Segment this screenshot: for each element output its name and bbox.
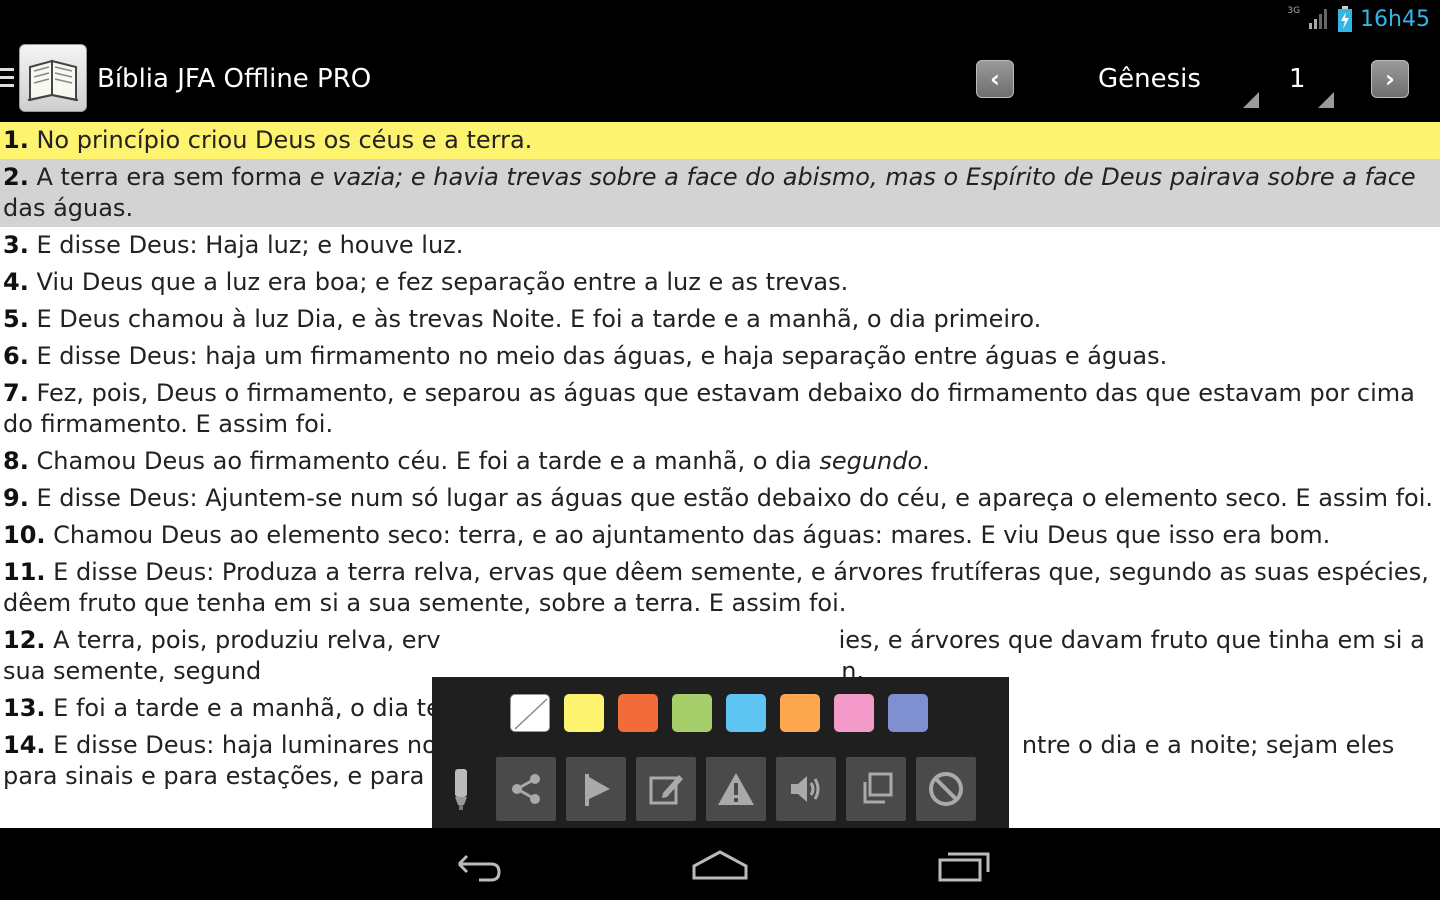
chevron-left-icon: ‹ [990, 65, 1000, 93]
menu-icon[interactable] [0, 68, 14, 90]
share-button[interactable] [496, 757, 556, 821]
verse-text: das águas. [3, 194, 134, 222]
verse-number: 3. [3, 231, 29, 259]
verse-actions [496, 757, 976, 821]
verse-number: 6. [3, 342, 29, 370]
highlight-color-row [510, 694, 928, 732]
verse-item[interactable]: 2. A terra era sem forma e vazia; e havi… [0, 159, 1440, 227]
highlight-yellow-swatch[interactable] [564, 694, 604, 732]
verse-number: 7. [3, 379, 29, 407]
action-bar: Bíblia JFA Offline PRO ‹ Gênesis 1 › [0, 38, 1440, 120]
verse-text: E Deus chamou à luz Dia, e às trevas Noi… [36, 305, 1042, 333]
back-icon[interactable] [445, 846, 509, 886]
verse-text: E disse Deus: Ajuntem-se num só lugar as… [36, 484, 1434, 512]
block-icon [929, 772, 963, 806]
cancel-button[interactable] [916, 757, 976, 821]
verse-item[interactable]: 6. E disse Deus: haja um firmamento no m… [0, 338, 1440, 375]
next-chapter-button[interactable]: › [1371, 60, 1409, 98]
verse-item[interactable]: 11. E disse Deus: Produza a terra relva,… [0, 554, 1440, 622]
book-name: Gênesis [1098, 64, 1201, 94]
system-navigation-bar [0, 828, 1440, 900]
warning-icon [718, 773, 754, 805]
app-title: Bíblia JFA Offline PRO [97, 64, 372, 94]
network-type-label: 3G [1287, 6, 1301, 16]
verse-text: . [922, 447, 930, 475]
bookmark-button[interactable] [566, 757, 626, 821]
verse-text: No princípio criou Deus os céus e a terr… [36, 126, 533, 154]
report-button[interactable] [706, 757, 766, 821]
verse-item[interactable]: 8. Chamou Deus ao firmamento céu. E foi … [0, 443, 1440, 480]
chapter-selector[interactable]: 1 [1275, 60, 1340, 110]
copy-button[interactable] [846, 757, 906, 821]
verse-text: E disse Deus: Haja luz; e houve luz. [36, 231, 464, 259]
verse-text: E disse Deus: haja luminares no [53, 731, 437, 759]
verse-number: 13. [3, 694, 46, 722]
verse-text: E foi a tarde e a manhã, o dia ter [53, 694, 451, 722]
verse-text: A terra, pois, produziu relva, erv [53, 626, 441, 654]
chapter-number: 1 [1289, 64, 1306, 94]
read-aloud-button[interactable] [776, 757, 836, 821]
verse-item[interactable]: 7. Fez, pois, Deus o firmamento, e separ… [0, 375, 1440, 443]
verse-item[interactable]: 9. E disse Deus: Ajuntem-se num só lugar… [0, 480, 1440, 517]
verse-number: 12. [3, 626, 46, 654]
verse-item[interactable]: 3. E disse Deus: Haja luz; e houve luz. [0, 227, 1440, 264]
highlight-purple-swatch[interactable] [888, 694, 928, 732]
share-icon [512, 774, 540, 804]
copy-icon [863, 772, 893, 804]
verse-number: 4. [3, 268, 29, 296]
verse-number: 9. [3, 484, 29, 512]
verse-number: 5. [3, 305, 29, 333]
verse-number: 1. [3, 126, 29, 154]
speaker-icon [791, 776, 820, 802]
status-bar: 3G 16h45 [0, 0, 1440, 38]
highlight-red-swatch[interactable] [618, 694, 658, 732]
status-icons: 3G 16h45 [1287, 4, 1430, 34]
verse-number: 2. [3, 163, 29, 191]
verse-item[interactable]: 1. No princípio criou Deus os céus e a t… [0, 122, 1440, 159]
recent-apps-icon[interactable] [932, 846, 996, 886]
highlighter-pen-icon [455, 769, 467, 810]
verse-number: 11. [3, 558, 46, 586]
edit-note-icon [649, 775, 683, 805]
verse-item[interactable]: 4. Viu Deus que a luz era boa; e fez sep… [0, 264, 1440, 301]
highlight-none-swatch[interactable] [510, 694, 550, 732]
verse-item[interactable]: 10. Chamou Deus ao elemento seco: terra,… [0, 517, 1440, 554]
verse-number: 14. [3, 731, 46, 759]
book-selector[interactable]: Gênesis [1080, 60, 1265, 110]
verse-text: Viu Deus que a luz era boa; e fez separa… [36, 268, 849, 296]
previous-chapter-button[interactable]: ‹ [976, 60, 1014, 98]
verse-item[interactable]: 5. E Deus chamou à luz Dia, e às trevas … [0, 301, 1440, 338]
verse-text: E disse Deus: Produza a terra relva, erv… [3, 558, 1429, 617]
chevron-right-icon: › [1385, 65, 1395, 93]
verse-text-italic: e vazia; e havia trevas sobre a face do … [309, 163, 1416, 191]
home-icon[interactable] [688, 846, 752, 886]
verse-action-toolbar [432, 677, 1009, 828]
dropdown-indicator-icon [1318, 92, 1334, 108]
signal-icon [1309, 9, 1328, 29]
highlight-pink-swatch[interactable] [834, 694, 874, 732]
highlight-green-swatch[interactable] [672, 694, 712, 732]
verse-text: Fez, pois, Deus o firmamento, e separou … [3, 379, 1415, 438]
verse-text-italic: segundo [819, 447, 923, 475]
verse-number: 10. [3, 521, 46, 549]
highlight-blue-swatch[interactable] [726, 694, 766, 732]
dropdown-indicator-icon [1243, 92, 1259, 108]
verse-text: A terra era sem forma [36, 163, 310, 191]
battery-charging-icon [1338, 6, 1353, 32]
highlight-orange-swatch[interactable] [780, 694, 820, 732]
app-logo-book-icon[interactable] [19, 44, 87, 112]
verse-text: E disse Deus: haja um firmamento no meio… [36, 342, 1168, 370]
verse-text: Chamou Deus ao firmamento céu. E foi a t… [36, 447, 820, 475]
bookmark-flag-icon [585, 774, 610, 806]
clock: 16h45 [1360, 6, 1430, 32]
verse-number: 8. [3, 447, 29, 475]
edit-note-button[interactable] [636, 757, 696, 821]
verse-text: Chamou Deus ao elemento seco: terra, e a… [53, 521, 1331, 549]
